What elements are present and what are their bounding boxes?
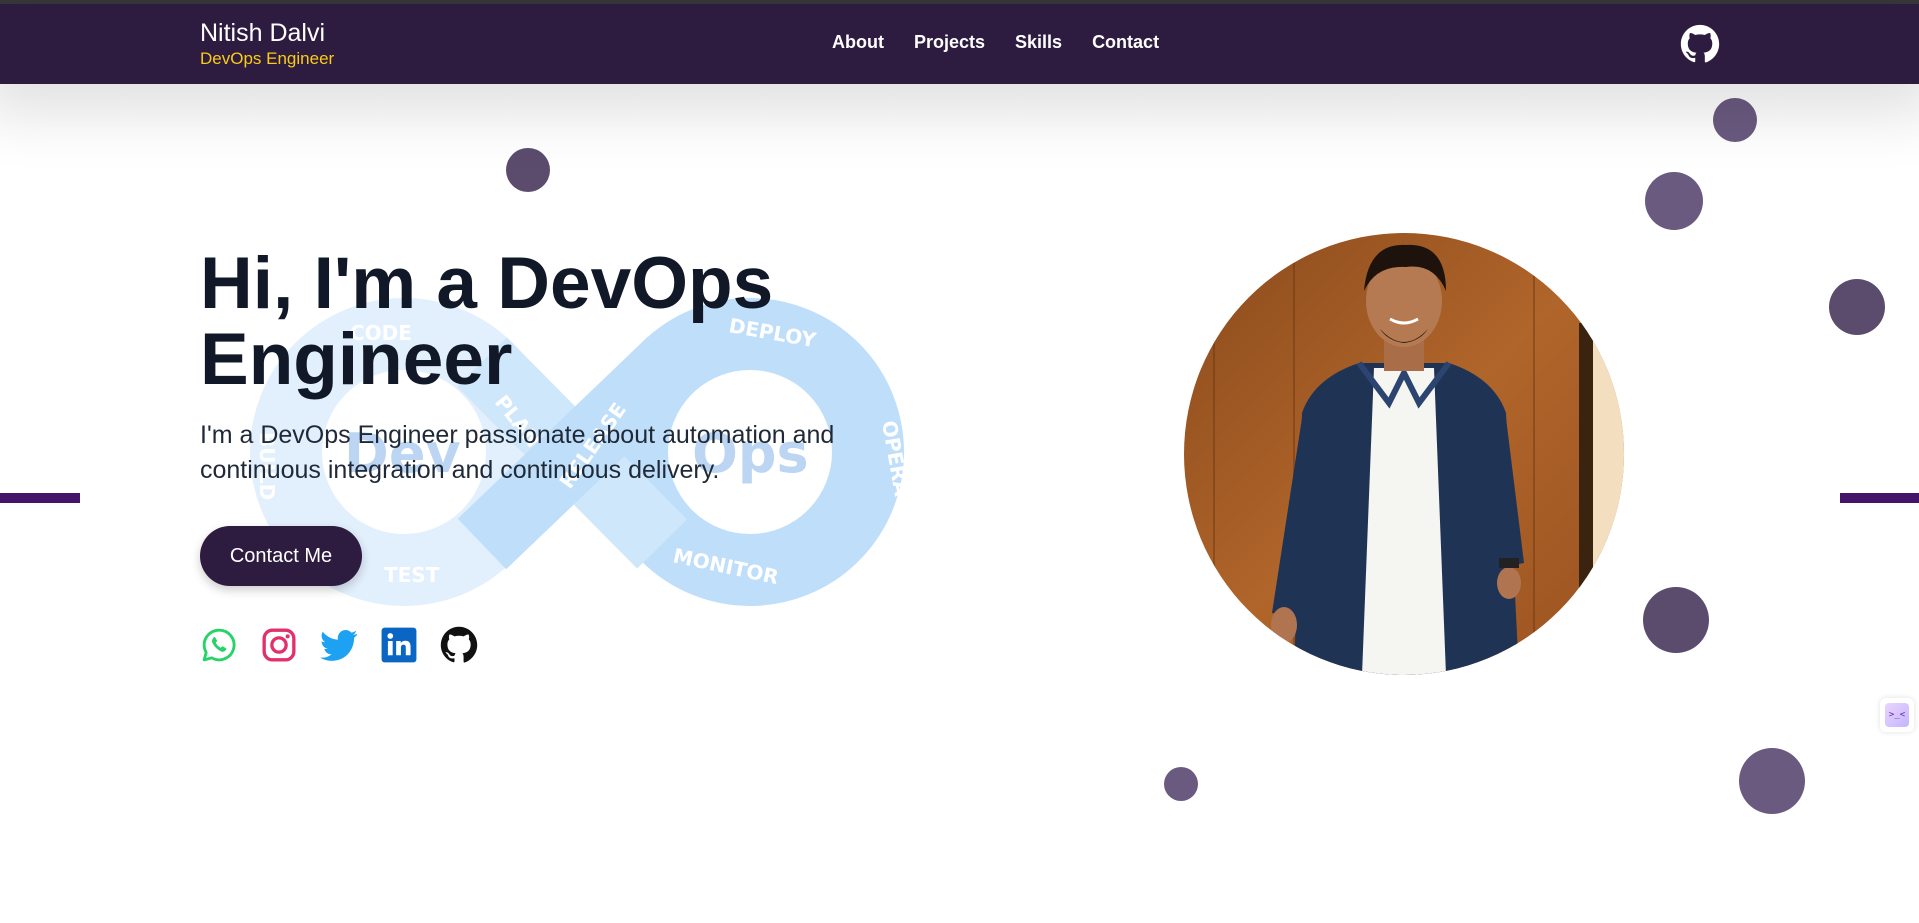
assistant-widget[interactable]: >_< (1880, 698, 1914, 732)
accent-bar-right (1840, 493, 1919, 503)
decorative-bubble (1713, 98, 1757, 142)
decorative-bubble (1164, 767, 1198, 801)
decorative-bubble (1645, 172, 1703, 230)
accent-bar-left (0, 493, 80, 503)
github-icon[interactable] (440, 626, 478, 664)
hero-description: I'm a DevOps Engineer passionate about a… (200, 421, 835, 484)
contact-me-button[interactable]: Contact Me (200, 526, 362, 586)
nav-projects[interactable]: Projects (914, 31, 985, 53)
brand-role: DevOps Engineer (200, 49, 335, 68)
github-icon[interactable] (1680, 24, 1720, 64)
linkedin-icon[interactable] (380, 626, 418, 664)
hero-headline: Hi, I'm a DevOps Engineer (200, 243, 774, 400)
profile-photo (1184, 233, 1624, 675)
brand-name: Nitish Dalvi (200, 19, 326, 47)
decorative-bubble (506, 148, 550, 192)
stage-test: TEST (384, 563, 440, 587)
navbar: Nitish Dalvi DevOps Engineer About Proje… (0, 4, 1919, 84)
social-links (200, 626, 500, 664)
nav-about[interactable]: About (832, 31, 884, 53)
assistant-icon: >_< (1885, 703, 1909, 727)
nav-skills[interactable]: Skills (1015, 31, 1062, 53)
decorative-bubble (1739, 748, 1805, 814)
nav-contact[interactable]: Contact (1092, 31, 1159, 53)
twitter-icon[interactable] (320, 626, 358, 664)
nav-links: About Projects Skills Contact (832, 31, 1189, 53)
instagram-icon[interactable] (260, 626, 298, 664)
brand[interactable]: Nitish Dalvi DevOps Engineer (200, 18, 334, 70)
decorative-bubble (1643, 587, 1709, 653)
decorative-bubble (1829, 279, 1885, 335)
whatsapp-icon[interactable] (200, 626, 238, 664)
